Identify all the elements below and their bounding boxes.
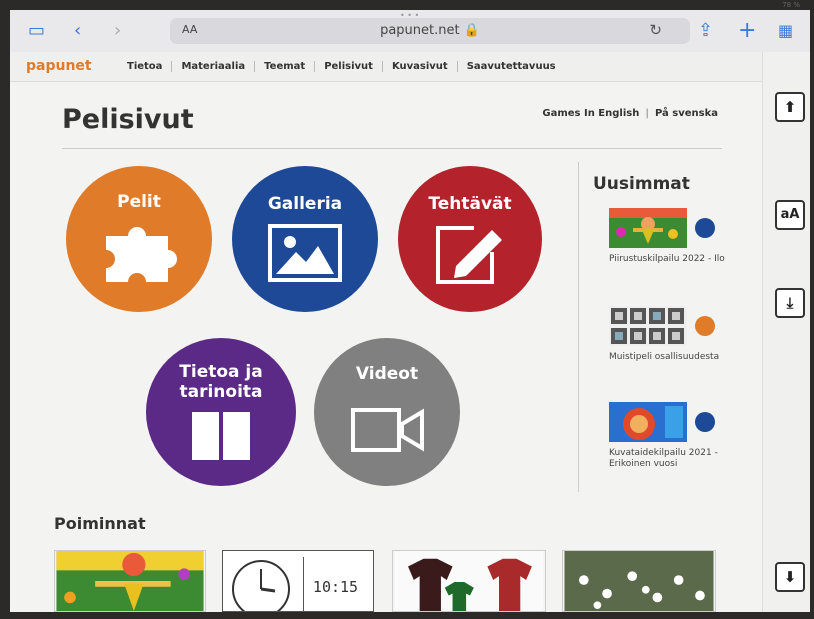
galleria-badge-icon — [695, 218, 715, 238]
clothes-card[interactable] — [392, 550, 546, 612]
news-item[interactable]: Kuvataidekilpailu 2021 - Erikoinen vuosi — [609, 402, 729, 482]
web-page: papunet Tietoa Materiaalia Teemat Pelisi… — [10, 52, 762, 612]
text-size-button[interactable]: aA — [775, 200, 805, 230]
pelit-button[interactable]: Pelit — [66, 166, 212, 312]
tietoa-label-line2: tarinoita — [179, 382, 263, 402]
poiminnat-heading: Poiminnat — [54, 514, 146, 533]
tietoa-label-line1: Tietoa ja — [179, 362, 263, 382]
nav-link-kuvasivut[interactable]: Kuvasivut — [381, 61, 457, 72]
flowers-card[interactable] — [562, 550, 716, 612]
uusimmat-sidebar: Uusimmat Piirustuskilpailu 2022 - Ilo Mu… — [578, 162, 728, 492]
news-item-title: Piirustuskilpailu 2022 - Ilo — [609, 254, 725, 264]
address-bar[interactable]: AA papunet.net 🔒 ↻ — [170, 18, 690, 44]
news-item-title: Kuvataidekilpailu 2021 - Erikoinen vuosi — [609, 448, 718, 469]
galleria-label: Galleria — [267, 194, 343, 214]
nav-links: Tietoa Materiaalia Teemat Pelisivut Kuva… — [118, 61, 565, 72]
videot-label: Videot — [355, 364, 419, 384]
digital-time: 10:15 — [303, 557, 367, 611]
site-navigation: papunet Tietoa Materiaalia Teemat Pelisi… — [10, 52, 762, 82]
tehtavat-button[interactable]: Tehtävät — [398, 166, 542, 312]
uusimmat-heading: Uusimmat — [593, 174, 690, 194]
image-icon — [268, 224, 342, 282]
site-logo[interactable]: papunet — [26, 58, 92, 74]
videot-button[interactable]: Videot — [314, 338, 460, 486]
drawing-card[interactable] — [54, 550, 206, 612]
tabs-overview-icon[interactable]: ▦ — [778, 10, 793, 52]
tietoa-ja-tarinoita-button[interactable]: Tietoa ja tarinoita — [146, 338, 296, 486]
url-text[interactable]: papunet.net 🔒 — [170, 23, 690, 38]
new-tab-icon[interactable]: + — [738, 10, 756, 52]
nav-link-tietoa[interactable]: Tietoa — [118, 61, 171, 72]
pelit-badge-icon — [695, 316, 715, 336]
nav-link-pelisivut[interactable]: Pelisivut — [314, 61, 382, 72]
language-links: Games In English | På svenska — [542, 108, 718, 119]
video-camera-icon — [351, 408, 424, 452]
share-icon[interactable]: ⇪ — [698, 10, 713, 52]
forward-icon[interactable]: › — [114, 10, 121, 52]
browser-toolbar: • • • ▭ ‹ › AA papunet.net 🔒 ↻ ⇪ + ▦ — [10, 10, 810, 52]
news-item[interactable]: Muistipeli osallisuudesta — [609, 306, 729, 386]
scroll-up-button[interactable]: ⬆ — [775, 92, 805, 122]
pelit-label: Pelit — [117, 192, 161, 212]
reload-icon[interactable]: ↻ — [649, 21, 662, 39]
memory-game-thumbnail — [609, 306, 687, 346]
battery-level: 78 % — [782, 1, 800, 9]
english-link[interactable]: Games In English — [542, 108, 639, 119]
scroll-down-button[interactable]: ⬇ — [775, 562, 805, 592]
news-item-title: Muistipeli osallisuudesta — [609, 352, 720, 362]
painting-thumbnail — [609, 402, 687, 442]
accessibility-rail: ⬆ aA ⤓ ⬇ — [762, 52, 810, 612]
clock-card[interactable]: 10:15 — [222, 550, 374, 612]
galleria-badge-icon — [695, 412, 715, 432]
lang-separator: | — [645, 108, 649, 119]
page-title: Pelisivut — [62, 104, 194, 135]
drawing-thumbnail — [609, 208, 687, 248]
download-icon[interactable]: ⤓ — [775, 288, 805, 318]
nav-link-saavutettavuus[interactable]: Saavutettavuus — [456, 61, 565, 72]
tehtavat-label: Tehtävät — [428, 194, 512, 214]
sidebar-icon[interactable]: ▭ — [28, 10, 45, 52]
nav-link-materiaalia[interactable]: Materiaalia — [171, 61, 254, 72]
galleria-button[interactable]: Galleria — [232, 166, 378, 312]
puzzle-icon — [106, 227, 177, 282]
edit-icon — [436, 226, 502, 284]
swedish-link[interactable]: På svenska — [655, 108, 718, 119]
news-item[interactable]: Piirustuskilpailu 2022 - Ilo — [609, 208, 729, 288]
divider — [62, 148, 722, 149]
clock-icon — [232, 560, 290, 611]
back-icon[interactable]: ‹ — [74, 10, 81, 52]
book-icon — [192, 412, 250, 460]
nav-link-teemat[interactable]: Teemat — [254, 61, 314, 72]
